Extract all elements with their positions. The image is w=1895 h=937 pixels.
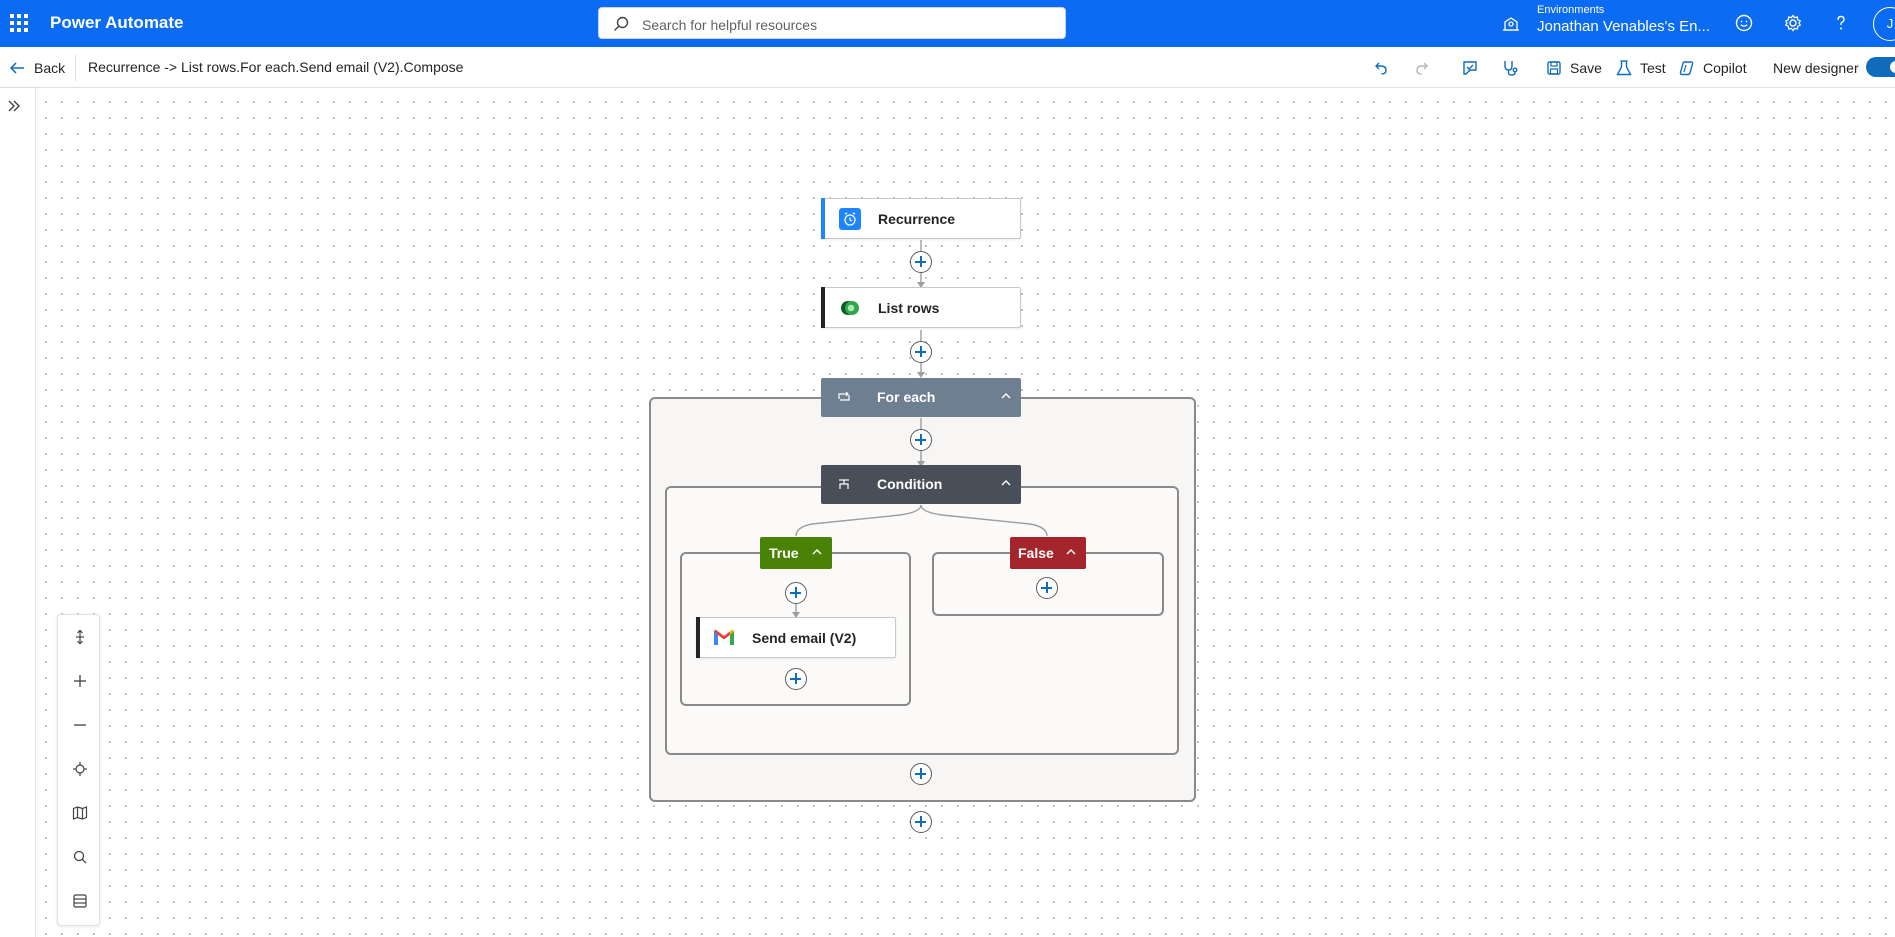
zoom-in-icon	[73, 675, 86, 687]
chevron-up-icon[interactable]	[1064, 545, 1078, 559]
back-button[interactable]: Back	[8, 57, 65, 79]
search-icon	[73, 850, 86, 864]
copilot-button[interactable]: Copilot	[1678, 55, 1747, 81]
card-accent	[821, 198, 825, 239]
true-branch-header[interactable]: True	[760, 537, 832, 569]
zoom-in-button[interactable]	[58, 663, 101, 699]
flow-checker-icon[interactable]	[1461, 55, 1479, 81]
expand-panel-icon[interactable]	[6, 98, 22, 114]
top-bar: Power Automate Search for helpful resour…	[0, 0, 1895, 47]
environment-name[interactable]: Jonathan Venables's En...	[1537, 18, 1710, 35]
settings-gear-icon[interactable]	[1782, 12, 1804, 34]
flow-breadcrumb: Recurrence -> List rows.For each.Send em…	[88, 59, 464, 75]
arrow-left-icon	[9, 62, 24, 74]
true-label: True	[769, 545, 799, 561]
add-step-button[interactable]	[910, 251, 932, 273]
list-rows-label: List rows	[878, 300, 940, 316]
list-view-button[interactable]	[58, 883, 101, 919]
save-icon	[1547, 61, 1561, 75]
fit-view-button[interactable]	[58, 751, 101, 787]
recurrence-label: Recurrence	[878, 211, 956, 227]
minimap-icon	[72, 806, 87, 820]
save-label: Save	[1570, 60, 1602, 76]
redo-icon[interactable]	[1413, 55, 1431, 81]
minimap-button[interactable]	[58, 795, 101, 831]
dataverse-icon	[841, 301, 859, 315]
card-accent	[696, 617, 700, 658]
back-label: Back	[34, 60, 66, 76]
add-step-button[interactable]	[785, 668, 807, 690]
command-bar: Back Recurrence -> List rows.For each.Se…	[0, 47, 1895, 88]
copilot-label: Copilot	[1703, 60, 1747, 76]
undo-icon[interactable]	[1372, 55, 1390, 81]
beaker-icon	[1616, 60, 1632, 76]
app-launcher-icon[interactable]	[8, 12, 30, 34]
divider	[75, 55, 76, 81]
add-step-button[interactable]	[785, 582, 807, 604]
add-step-button[interactable]	[1036, 577, 1058, 599]
zoom-out-button[interactable]	[58, 707, 101, 743]
chevron-up-icon[interactable]	[810, 545, 824, 559]
for-each-header[interactable]: For each	[821, 378, 1021, 417]
condition-label: Condition	[877, 476, 943, 492]
fit-vertical-button[interactable]	[58, 619, 101, 655]
add-step-button[interactable]	[910, 811, 932, 833]
fit-view-icon	[72, 762, 87, 776]
user-avatar[interactable]: J	[1873, 7, 1895, 41]
canvas-controls	[57, 614, 100, 926]
add-step-button[interactable]	[910, 341, 932, 363]
card-accent	[821, 287, 825, 328]
new-designer-label: New designer	[1773, 60, 1859, 76]
chevron-up-icon[interactable]	[999, 476, 1013, 490]
false-branch-header[interactable]: False	[1010, 537, 1086, 569]
chevron-up-icon[interactable]	[999, 389, 1013, 403]
side-panel-rail	[0, 88, 36, 937]
alarm-clock-icon	[839, 208, 861, 230]
feedback-smiley-icon[interactable]	[1733, 12, 1755, 34]
help-icon[interactable]	[1830, 12, 1852, 34]
save-button[interactable]: Save	[1545, 55, 1602, 81]
app-title[interactable]: Power Automate	[50, 13, 184, 33]
environment-icon[interactable]	[1502, 14, 1520, 32]
test-label: Test	[1640, 60, 1666, 76]
search-icon	[614, 16, 629, 31]
condition-header[interactable]: Condition	[821, 465, 1021, 504]
add-step-button[interactable]	[910, 429, 932, 451]
send-email-label: Send email (V2)	[752, 630, 857, 646]
test-button[interactable]: Test	[1615, 55, 1666, 81]
search-box[interactable]: Search for helpful resources	[598, 7, 1066, 39]
zoom-out-icon	[73, 724, 86, 726]
gmail-icon	[714, 629, 734, 645]
recurrence-trigger-card[interactable]: Recurrence	[821, 198, 1021, 239]
stethoscope-icon[interactable]	[1501, 55, 1519, 81]
copilot-icon	[1679, 61, 1694, 76]
condition-icon	[839, 479, 849, 489]
fit-vertical-icon	[75, 629, 84, 645]
add-step-button[interactable]	[910, 763, 932, 785]
list-icon	[72, 894, 87, 908]
search-canvas-button[interactable]	[58, 839, 101, 875]
for-each-label: For each	[877, 389, 936, 405]
environment-label: Environments	[1537, 4, 1605, 16]
send-email-card[interactable]: Send email (V2)	[696, 617, 896, 658]
list-rows-card[interactable]: List rows	[821, 287, 1021, 328]
search-placeholder: Search for helpful resources	[642, 17, 818, 33]
false-label: False	[1018, 545, 1054, 561]
loop-icon	[838, 391, 850, 401]
new-designer-toggle[interactable]	[1866, 57, 1895, 77]
